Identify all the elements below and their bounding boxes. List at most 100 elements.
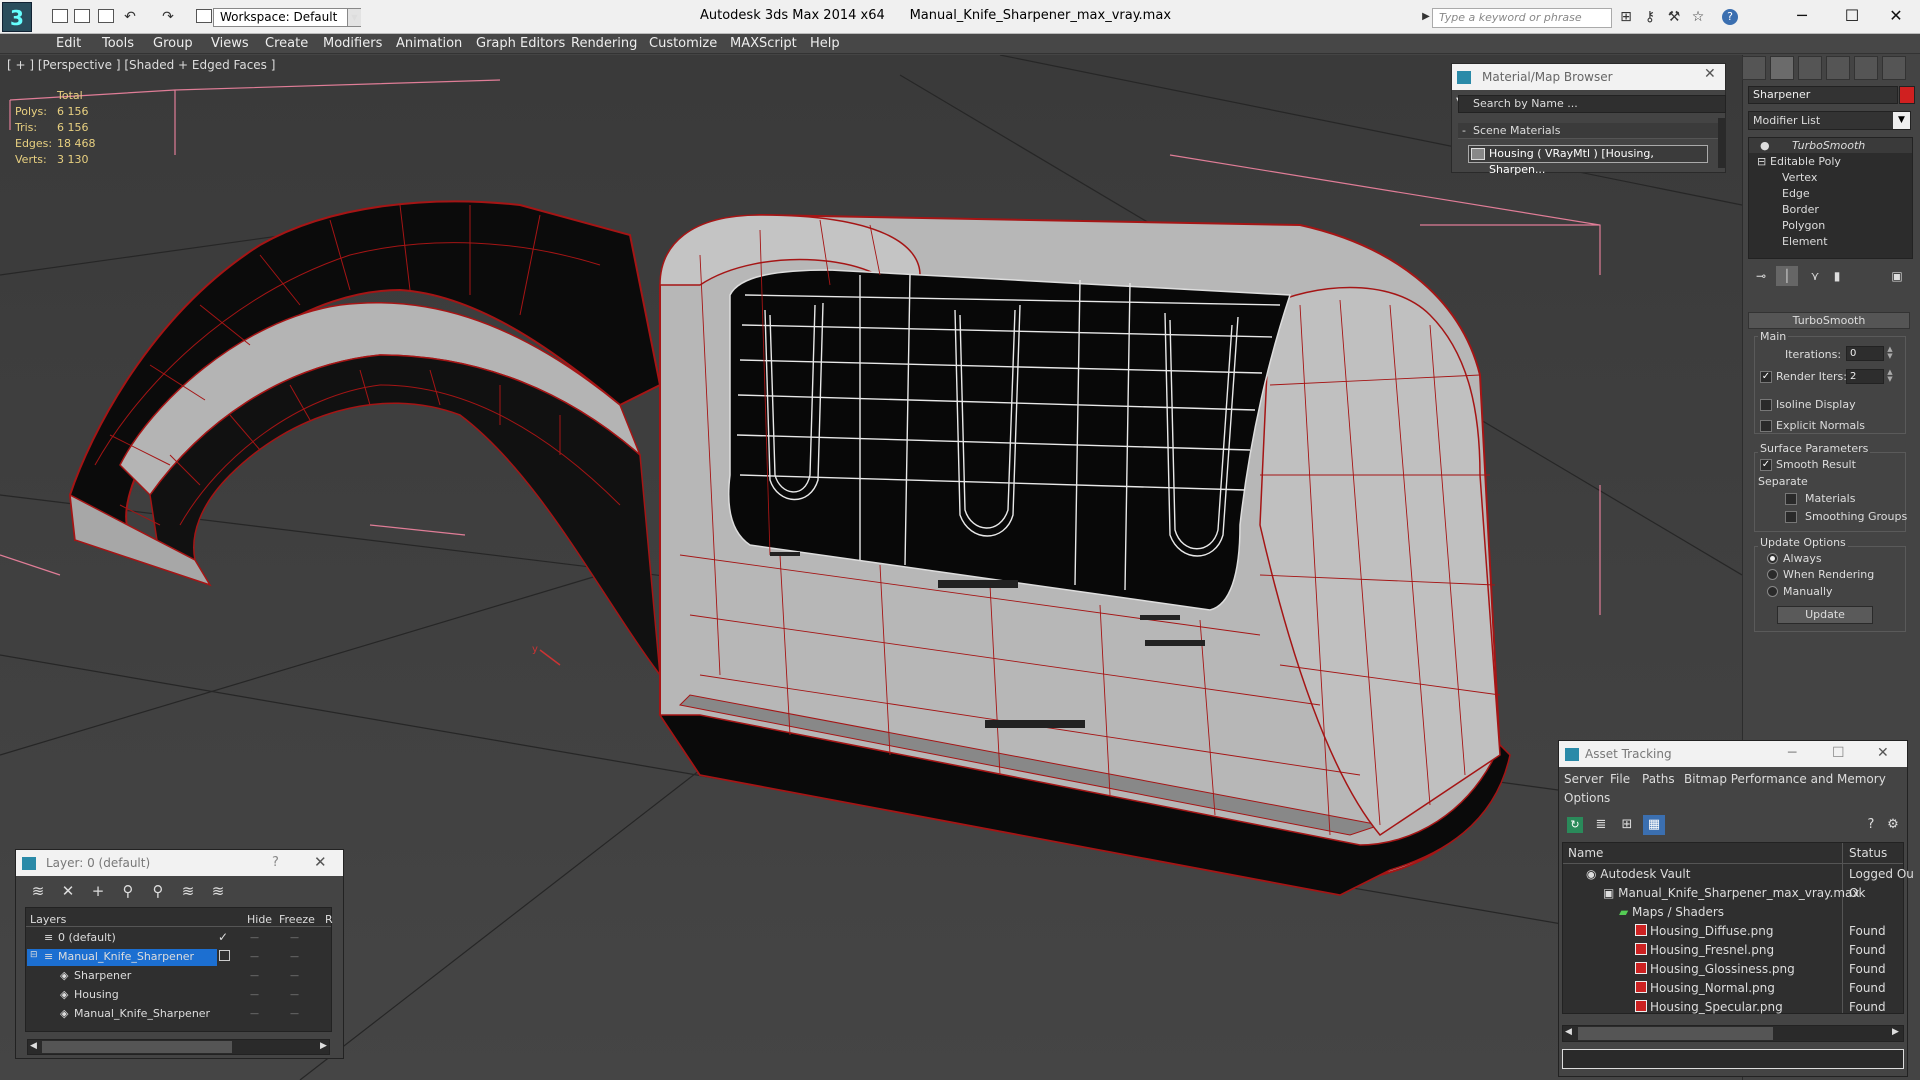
minimize-icon[interactable]: ─ [1782,4,1822,28]
object-name-field[interactable]: Sharpener [1748,86,1898,104]
undo-icon[interactable]: ↶ [122,9,138,25]
layer-row-sharpener[interactable]: Sharpener [74,969,131,982]
scrollbar-thumb[interactable] [1578,1027,1773,1040]
col-hide[interactable]: Hide [247,913,272,926]
redo-icon[interactable]: ↷ [160,9,176,25]
close-icon[interactable]: ✕ [314,853,327,871]
freeze-toggle[interactable]: — [290,933,299,943]
hide-toggle[interactable]: — [250,971,259,981]
modify-tab-icon[interactable] [1770,56,1794,80]
asset-row-fresnel[interactable]: Housing_Fresnel.png [1635,943,1774,957]
menu-group[interactable]: Group [153,36,193,51]
material-item-housing[interactable]: Housing ( VRayMtl ) [Housing, Sharpen... [1468,145,1708,176]
highlight-layer-icon[interactable]: ⚲ [148,881,168,901]
chevron-down-icon[interactable]: ▼ [347,9,361,26]
lightbulb-icon[interactable]: ● [1760,139,1770,152]
delete-layer-icon[interactable]: ✕ [58,881,78,901]
app-logo-icon[interactable]: 3 [2,2,32,32]
freeze-all-icon[interactable]: ≋ [208,881,228,901]
modifier-list-dropdown[interactable]: Modifier List [1748,111,1911,130]
browser-scrollbar[interactable] [1718,118,1726,168]
turbosmooth-rollout-header[interactable]: TurboSmooth [1748,312,1910,329]
help-icon[interactable]: ? [1863,817,1879,833]
stack-item-polygon[interactable]: Polygon [1782,219,1825,232]
open-file-icon[interactable] [74,9,90,23]
explicit-normals-checkbox[interactable] [1760,420,1772,432]
layer-row-default[interactable]: 0 (default) [58,931,116,944]
utilities-tab-icon[interactable] [1882,56,1906,80]
when-rendering-radio[interactable] [1767,569,1778,580]
active-layer-check-icon[interactable]: ✓ [218,930,228,944]
asset-row-normal[interactable]: Housing_Normal.png [1635,981,1775,995]
menu-paths[interactable]: Paths [1642,772,1675,786]
asset-row-max-file[interactable]: ▣ Manual_Knife_Sharpener_max_vray.max [1603,886,1860,900]
col-status[interactable]: Status [1849,846,1887,860]
scroll-right-icon[interactable]: ▶ [320,1041,327,1051]
options-icon[interactable]: ⚙ [1885,817,1901,833]
maximize-icon[interactable]: ☐ [1832,4,1872,28]
close-icon[interactable]: ✕ [1876,4,1916,28]
iterations-spinner[interactable]: 0 [1846,346,1884,361]
menu-views[interactable]: Views [211,36,249,51]
hide-toggle[interactable]: — [250,990,259,1000]
refresh-icon[interactable]: ↻ [1567,817,1583,833]
communication-icon[interactable]: ⚒ [1666,9,1682,25]
pin-stack-icon[interactable]: ⊸ [1750,266,1772,286]
hide-toggle[interactable]: — [250,933,259,943]
hide-all-icon[interactable]: ≋ [178,881,198,901]
motion-tab-icon[interactable] [1826,56,1850,80]
menu-create[interactable]: Create [265,36,308,51]
menu-graph-editors[interactable]: Graph Editors [476,36,565,51]
col-render[interactable]: R [325,913,333,926]
separate-materials-checkbox[interactable] [1785,493,1797,505]
smooth-result-checkbox[interactable]: ✓ [1760,459,1772,471]
remove-modifier-icon[interactable]: ▮ [1826,266,1848,286]
project-folder-icon[interactable] [196,9,212,23]
scene-materials-section[interactable]: - Scene Materials [1458,123,1718,139]
close-icon[interactable]: ✕ [1704,66,1716,82]
freeze-toggle[interactable]: — [290,1009,299,1019]
asset-row-maps-shaders[interactable]: ▰ Maps / Shaders [1619,905,1724,919]
menu-file[interactable]: File [1610,772,1630,786]
hierarchy-tab-icon[interactable] [1798,56,1822,80]
make-current-checkbox[interactable] [219,950,230,961]
menu-tools[interactable]: Tools [102,36,134,51]
list-view-icon[interactable]: ≣ [1593,817,1609,833]
search-input[interactable]: Type a keyword or phrase [1432,8,1612,28]
make-unique-icon[interactable]: ⋎ [1804,266,1826,286]
expand-icon[interactable]: ⊟ [30,950,38,960]
help-icon[interactable]: ? [1722,9,1738,25]
create-tab-icon[interactable] [1742,56,1766,80]
minimize-icon[interactable]: ─ [1788,745,1796,761]
asset-path-field[interactable] [1562,1049,1904,1069]
maximize-icon[interactable]: ☐ [1832,745,1845,761]
scroll-left-icon[interactable]: ◀ [1565,1027,1572,1037]
menu-bitmap-performance[interactable]: Bitmap Performance and Memory [1684,772,1886,786]
add-to-layer-icon[interactable]: + [88,881,108,901]
key-icon[interactable]: ⚷ [1642,9,1658,25]
manually-radio[interactable] [1767,586,1778,597]
hide-toggle[interactable]: — [250,952,259,962]
new-file-icon[interactable] [52,9,68,23]
isoline-display-checkbox[interactable] [1760,399,1772,411]
new-layer-icon[interactable]: ≋ [28,881,48,901]
stack-item-edge[interactable]: Edge [1782,187,1810,200]
scroll-left-icon[interactable]: ◀ [30,1041,37,1051]
select-objects-icon[interactable]: ⚲ [118,881,138,901]
asset-row-glossiness[interactable]: Housing_Glossiness.png [1635,962,1795,976]
stack-item-editable-poly[interactable]: Editable Poly [1770,155,1841,168]
menu-animation[interactable]: Animation [396,36,462,51]
freeze-toggle[interactable]: — [290,971,299,981]
display-tab-icon[interactable] [1854,56,1878,80]
freeze-toggle[interactable]: — [290,952,299,962]
stack-item-vertex[interactable]: Vertex [1782,171,1817,184]
menu-modifiers[interactable]: Modifiers [323,36,382,51]
viewport-label[interactable]: [ + ] [Perspective ] [Shaded + Edged Fac… [7,58,275,72]
show-end-result-icon[interactable]: │ [1776,266,1798,286]
tree-view-icon[interactable]: ⊞ [1619,817,1635,833]
col-freeze[interactable]: Freeze [279,913,315,926]
menu-rendering[interactable]: Rendering [571,36,637,51]
stack-item-turbosmooth[interactable]: TurboSmooth [1792,139,1865,152]
object-color-swatch[interactable] [1899,86,1915,104]
update-button[interactable]: Update [1777,606,1873,624]
